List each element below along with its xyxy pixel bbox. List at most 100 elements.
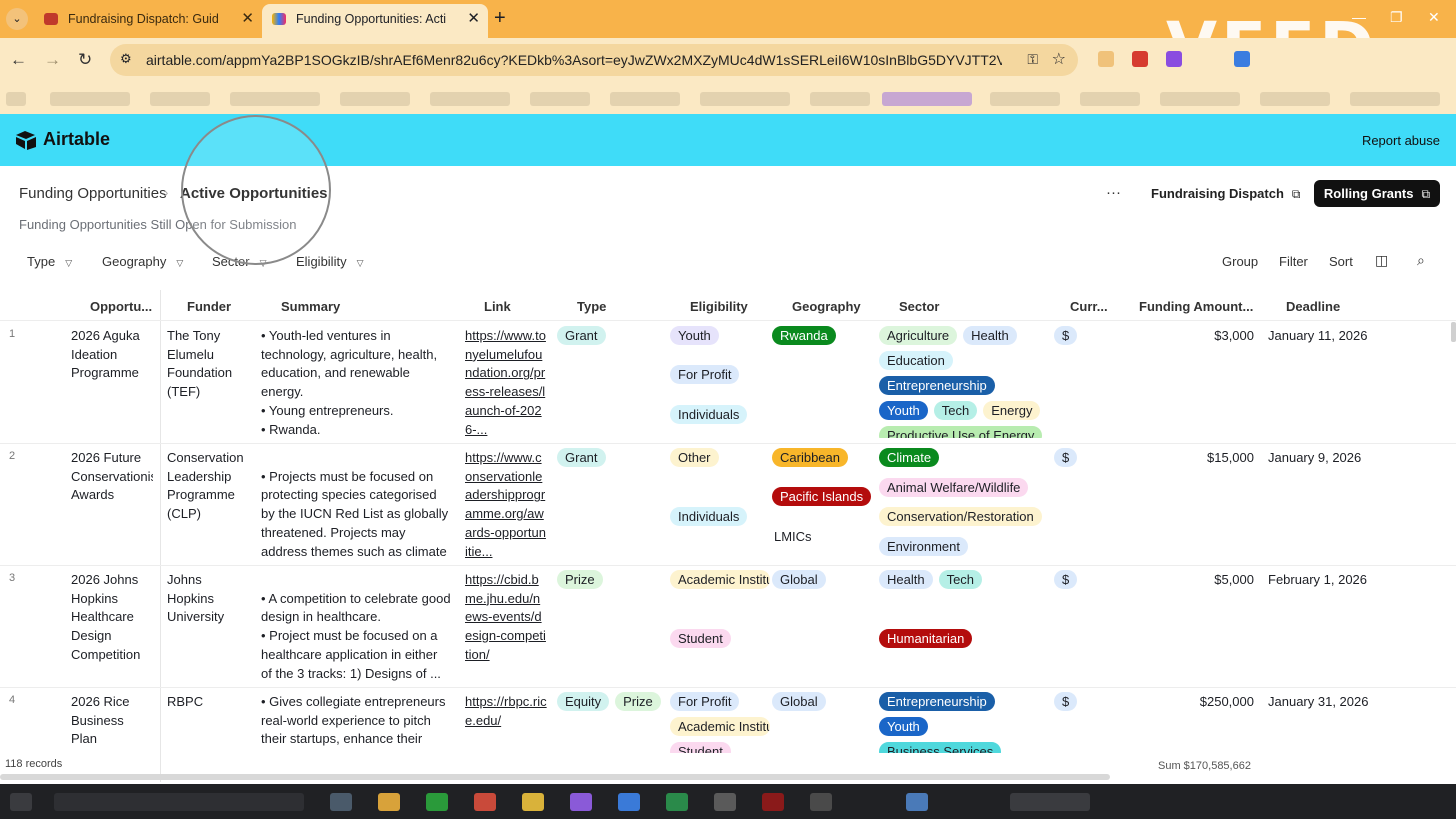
taskbar-search-box[interactable] [54,793,304,811]
column-header-eligibility[interactable]: Eligibility [690,299,748,314]
filter-eligibility-dropdown[interactable]: Eligibility ▽ [296,254,364,269]
taskbar-app-icon[interactable] [426,793,448,811]
sort-button[interactable]: Sort [1329,254,1353,269]
cell-link[interactable]: https://www.tonyelumelufoundation.org/pr… [465,327,547,439]
bookmark-item[interactable] [6,92,26,106]
close-window-icon[interactable]: ✕ [1428,9,1440,26]
more-options-icon[interactable]: ··· [1106,184,1121,201]
cell-type[interactable]: Prize [557,570,667,682]
bookmark-item[interactable] [230,92,320,106]
report-abuse-link[interactable]: Report abuse [1362,133,1440,148]
column-header-summary[interactable]: Summary [281,299,340,314]
cell-sector[interactable]: Climate Animal Welfare/Wildlife Conservati… [879,448,1044,560]
maximize-icon[interactable]: ❐ [1390,9,1403,26]
bookmark-item[interactable] [700,92,790,106]
cell-sector[interactable]: EntrepreneurshipYouthBusiness ServicesAn… [879,692,1044,753]
column-header-link[interactable]: Link [484,299,511,314]
cell-funder[interactable]: Conservation Leadership Programme (CLP) [167,449,249,561]
taskbar-app-icon[interactable] [762,793,784,811]
bookmark-item[interactable] [1350,92,1440,106]
taskbar-app-icon[interactable] [714,793,736,811]
bookmark-item[interactable] [1260,92,1330,106]
site-settings-icon[interactable]: ⚙ [120,51,132,67]
cell-geography[interactable]: Caribbean Pacific Islands LMICs [772,448,872,560]
cell-funding-amount[interactable]: $250,000 [1140,693,1254,713]
cell-funding-amount[interactable]: $15,000 [1140,449,1254,469]
cell-eligibility[interactable]: Other Individuals [670,448,770,560]
cell-type[interactable]: Grant [557,448,667,560]
column-header-funder[interactable]: Funder [187,299,231,314]
cell-funder[interactable]: RBPC [167,693,249,752]
taskbar-app-icon[interactable] [474,793,496,811]
bookmark-item[interactable] [1160,92,1240,106]
cell-link[interactable]: https://rbpc.rice.edu/ [465,693,547,752]
filter-button[interactable]: Filter [1279,254,1308,269]
taskbar-app-icon[interactable] [810,793,832,811]
cell-eligibility[interactable]: Academic Institu Student [670,570,770,682]
breadcrumb-base[interactable]: Funding Opportunities [19,185,167,202]
cell-currency[interactable]: $ [1054,326,1094,348]
browser-tab-2[interactable]: Funding Opportunities: Active ( ✕ [262,4,488,38]
cell-deadline[interactable]: February 1, 2026 [1268,571,1398,591]
airtable-logo-icon[interactable] [15,130,37,150]
start-icon[interactable] [10,793,32,811]
address-bar[interactable]: ⚙ airtable.com/appmYa2BP1SOGkzIB/shrAEf6… [110,44,1078,76]
extension-icon[interactable] [1166,51,1182,67]
cell-opportunity[interactable]: 2026 Rice Business Plan Competition [71,693,153,752]
bookmark-star-icon[interactable]: ☆ [1052,49,1066,69]
cell-geography[interactable]: Rwanda [772,326,872,438]
cell-summary[interactable]: • Projects must be focused on protecting… [261,449,451,561]
bookmark-item[interactable] [530,92,590,106]
column-header-deadline[interactable]: Deadline [1286,299,1340,314]
hide-fields-icon[interactable]: ◫ [1375,252,1388,269]
cell-funder[interactable]: The Tony Elumelu Foundation (TEF) [167,327,249,439]
cell-funder[interactable]: Johns Hopkins University [167,571,249,683]
taskbar-app-icon[interactable] [522,793,544,811]
taskbar-tray[interactable] [1010,793,1090,811]
taskbar-app-icon[interactable] [330,793,352,811]
cell-deadline[interactable]: January 9, 2026 [1268,449,1398,469]
rolling-grants-button[interactable]: Rolling Grants ⧉ [1314,180,1440,207]
group-button[interactable]: Group [1222,254,1258,269]
bookmark-item[interactable] [610,92,680,106]
bookmark-item[interactable] [810,92,870,106]
filter-type-dropdown[interactable]: Type ▽ [27,254,72,269]
column-header-sector[interactable]: Sector [899,299,939,314]
tab-close-icon[interactable]: ✕ [241,4,254,34]
column-header-funding-amount[interactable]: Funding Amount... [1139,299,1253,314]
new-tab-plus-icon[interactable]: + [494,7,506,29]
vertical-scrollbar[interactable] [1451,322,1456,342]
taskbar-app-icon[interactable] [618,793,640,811]
back-arrow-icon[interactable]: ← [10,50,27,70]
cell-currency[interactable]: $ [1054,570,1094,592]
extension-icon[interactable] [1132,51,1148,67]
cell-link[interactable]: https://cbid.bme.jhu.edu/news-events/des… [465,571,547,683]
password-key-icon[interactable]: ⚿ [1027,51,1038,68]
cell-geography[interactable]: Global [772,692,872,753]
airtable-logo-text[interactable]: Airtable [43,129,110,150]
cell-link[interactable]: https://www.conservationleadershipprogra… [465,449,547,561]
cell-opportunity[interactable]: 2026 Johns Hopkins Healthcare Design Com… [71,571,153,683]
cell-currency[interactable]: $ [1054,692,1094,714]
column-header-type[interactable]: Type [577,299,606,314]
tab-search-chevron-icon[interactable]: ⌄ [6,8,28,30]
column-header-geography[interactable]: Geography [792,299,861,314]
column-header-opportunity[interactable]: Opportu... [90,299,152,314]
bookmark-item[interactable] [882,92,972,106]
bookmark-item[interactable] [1080,92,1140,106]
cell-eligibility[interactable]: Youth For Profit Individuals [670,326,770,438]
cell-type[interactable]: Equity Prize [557,692,667,753]
horizontal-scrollbar[interactable] [0,774,1110,780]
bookmark-item[interactable] [990,92,1060,106]
cell-eligibility[interactable]: For Profit Academic Institu Student [670,692,770,753]
cell-type[interactable]: Grant [557,326,667,438]
forward-arrow-icon[interactable]: → [44,50,61,70]
taskbar-app-icon[interactable] [906,793,928,811]
cell-deadline[interactable]: January 11, 2026 [1268,327,1398,347]
bookmark-item[interactable] [430,92,510,106]
cell-summary[interactable]: • A competition to celebrate good design… [261,571,451,683]
cell-funding-amount[interactable]: $3,000 [1140,327,1254,347]
bookmark-item[interactable] [340,92,410,106]
cell-opportunity[interactable]: 2026 Aguka Ideation Programme [71,327,153,439]
reload-icon[interactable]: ↻ [78,50,92,70]
